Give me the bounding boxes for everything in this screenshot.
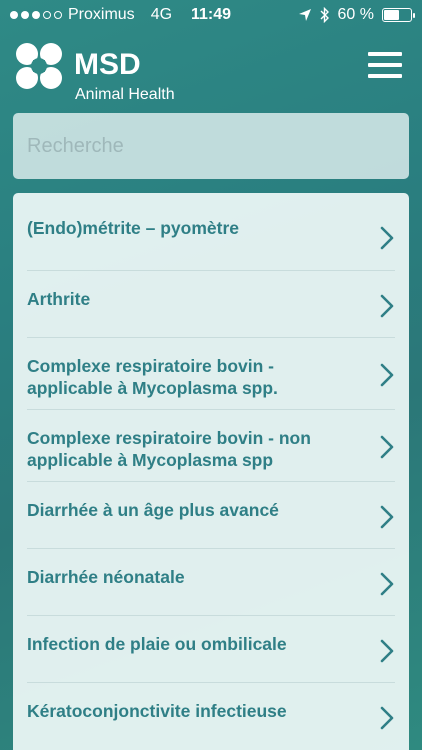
list-item-label: Infection de plaie ou ombilicale <box>27 634 287 654</box>
chevron-right-icon <box>380 639 394 662</box>
bluetooth-icon <box>320 7 329 23</box>
brand-subtitle: Animal Health <box>75 86 175 103</box>
list-item-label: Kératoconjonctivite infectieuse <box>27 701 287 721</box>
chevron-right-icon <box>380 706 394 729</box>
list-item-label: Diarrhée à un âge plus avancé <box>27 500 279 520</box>
search-input[interactable] <box>13 113 409 179</box>
list-item-label: Arthrite <box>27 289 91 309</box>
list-item[interactable]: Complexe respiratoire bovin - non applic… <box>13 409 409 481</box>
list-item-label: (Endo)métrite – pyomètre <box>27 218 239 238</box>
battery-percent: 60 % <box>337 6 374 23</box>
chevron-right-icon <box>380 226 394 249</box>
list-item[interactable]: Diarrhée à un âge plus avancé <box>13 481 409 548</box>
battery-icon <box>382 8 415 22</box>
list-item[interactable]: (Endo)métrite – pyomètre <box>13 193 409 270</box>
msd-logo-icon <box>16 43 62 89</box>
list-item[interactable]: Infection de plaie ou ombilicale <box>13 615 409 682</box>
list-item-label: Complexe respiratoire bovin - applicable… <box>27 356 278 398</box>
list-item[interactable]: Arthrite <box>13 270 409 337</box>
list-item-label: Complexe respiratoire bovin - non applic… <box>27 428 311 470</box>
status-right: 60 % <box>298 6 415 24</box>
list-item[interactable]: Diarrhée néonatale <box>13 548 409 615</box>
status-bar: Proximus 4G 11:49 60 % <box>0 0 422 30</box>
list-item[interactable]: Kératoconjonctivite infectieuse <box>13 682 409 749</box>
list-item-label: Diarrhée néonatale <box>27 567 185 587</box>
chevron-right-icon <box>380 363 394 387</box>
app-header: MSD Animal Health <box>0 36 422 106</box>
condition-list: (Endo)métrite – pyomètre Arthrite Complexe… <box>13 193 409 750</box>
brand-title: MSD <box>74 48 141 81</box>
list-item[interactable]: Complexe respiratoire bovin - applicable… <box>13 337 409 409</box>
chevron-right-icon <box>380 572 394 595</box>
chevron-right-icon <box>380 435 394 459</box>
location-arrow-icon <box>298 9 311 21</box>
search-box <box>13 113 409 179</box>
chevron-right-icon <box>380 505 394 528</box>
chevron-right-icon <box>380 294 394 317</box>
hamburger-menu-icon[interactable] <box>368 52 402 78</box>
